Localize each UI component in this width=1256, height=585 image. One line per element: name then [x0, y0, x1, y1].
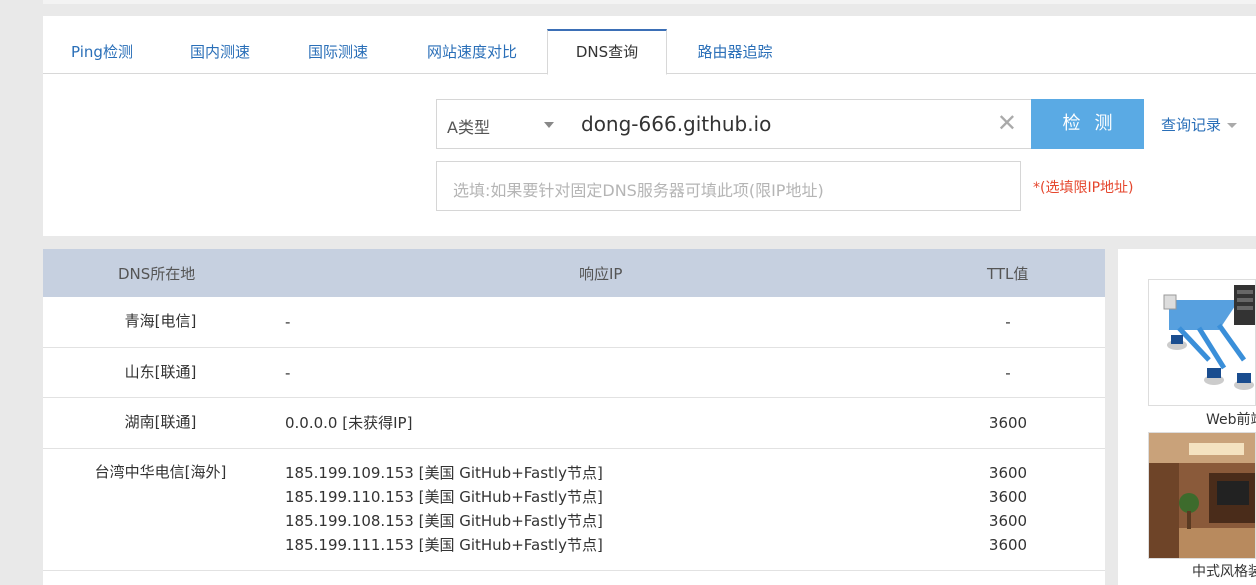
row-location: 山东[联通] [124, 363, 197, 381]
row-ttl: 3600 [988, 512, 1028, 530]
tab-traceroute[interactable]: 路由器追踪 [669, 29, 801, 74]
row-ttl: 3600 [988, 464, 1028, 482]
chevron-down-icon [544, 122, 554, 128]
tab-domestic-speed[interactable]: 国内测速 [161, 29, 279, 74]
row-location: 台湾中华电信[海外] [94, 463, 227, 481]
row-ip: - [285, 313, 291, 331]
row-ttl: - [1005, 364, 1011, 382]
query-history-dropdown[interactable]: 查询记录 [1161, 114, 1238, 135]
table-header: DNS所在地 响应IP TTL值 [43, 249, 1105, 297]
ad-image-interior[interactable] [1148, 432, 1256, 559]
table-row: 台湾中华电信[海外] 185.199.109.153 [美国 GitHub+Fa… [43, 449, 1105, 571]
table-row: 湖南[联通] 0.0.0.0 [未获得IP] 3600 [43, 398, 1105, 449]
table-row: 青海[电信] - - [43, 297, 1105, 348]
domain-value: dong-666.github.io [581, 112, 772, 136]
header-ttl: TTL值 [987, 265, 1029, 283]
record-type-value: A类型 [447, 118, 490, 137]
tab-ping[interactable]: Ping检测 [43, 29, 161, 74]
tool-tabs: Ping检测 国内测速 国际测速 网站速度对比 DNS查询 路由器追踪 [43, 29, 1256, 75]
dns-server-input[interactable]: 选填:如果要针对固定DNS服务器可填此项(限IP地址) [436, 161, 1021, 211]
domain-input[interactable]: dong-666.github.io ✕ [568, 99, 1032, 149]
row-ttl: 3600 [988, 488, 1028, 506]
network-illustration-icon [1149, 280, 1255, 405]
top-strip [43, 0, 1256, 4]
row-location: 湖南[联通] [124, 413, 197, 431]
row-ip: 185.199.111.153 [美国 GitHub+Fastly节点] [285, 536, 603, 554]
row-ttl: 3600 [988, 414, 1028, 432]
row-ip: 185.199.110.153 [美国 GitHub+Fastly节点] [285, 488, 603, 506]
header-response-ip: 响应IP [579, 265, 623, 283]
row-ip: 185.199.109.153 [美国 GitHub+Fastly节点] [285, 464, 603, 482]
tab-website-compare[interactable]: 网站速度对比 [397, 29, 547, 74]
row-ip: - [285, 364, 291, 382]
query-panel: Ping检测 国内测速 国际测速 网站速度对比 DNS查询 路由器追踪 A类型 … [43, 16, 1256, 236]
query-history-label: 查询记录 [1161, 116, 1222, 134]
sidebar-ads: Web前端 中式风格装 [1118, 249, 1256, 585]
ad-caption-1[interactable]: Web前端 [1206, 409, 1256, 429]
header-location: DNS所在地 [118, 265, 196, 283]
table-row: 山东[联通] - - [43, 348, 1105, 398]
close-icon[interactable]: ✕ [997, 110, 1017, 136]
ad-image-network[interactable] [1148, 279, 1256, 406]
search-button[interactable]: 检测 [1031, 99, 1144, 149]
row-ttl: - [1005, 313, 1011, 331]
row-location: 青海[电信] [124, 312, 197, 330]
ad-caption-2[interactable]: 中式风格装 [1192, 561, 1256, 581]
tab-dns-query[interactable]: DNS查询 [547, 29, 667, 75]
row-ttl: 3600 [988, 536, 1028, 554]
row-ip: 0.0.0.0 [未获得IP] [285, 414, 413, 432]
dns-server-placeholder: 选填:如果要针对固定DNS服务器可填此项(限IP地址) [453, 181, 824, 200]
row-ip: 185.199.108.153 [美国 GitHub+Fastly节点] [285, 512, 603, 530]
record-type-select[interactable]: A类型 [436, 99, 569, 149]
dns-server-note: *(选填限IP地址) [1033, 180, 1134, 196]
dns-results-table: DNS所在地 响应IP TTL值 青海[电信] - - 山东[联通] - - 湖… [43, 249, 1105, 585]
interior-photo-icon [1149, 433, 1255, 558]
chevron-down-icon [1227, 123, 1238, 128]
tab-international-speed[interactable]: 国际测速 [279, 29, 397, 74]
